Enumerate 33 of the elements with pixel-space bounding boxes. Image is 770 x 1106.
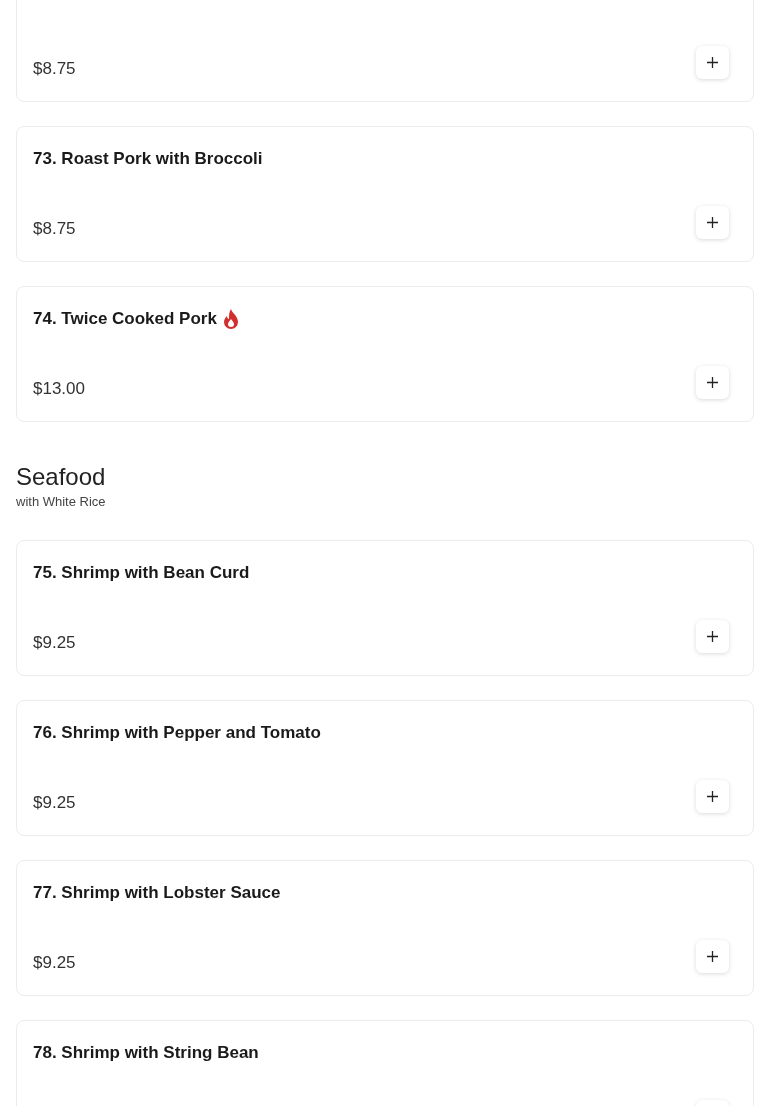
section-title: Seafood (16, 463, 106, 491)
item-name: 78. Shrimp with String Bean (33, 1043, 259, 1063)
plus-icon (707, 377, 718, 388)
menu-item-card[interactable]: 75. Shrimp with Bean Curd $9.25 (16, 540, 754, 676)
plus-icon (707, 791, 718, 802)
add-button[interactable] (696, 780, 729, 813)
item-name: 75. Shrimp with Bean Curd (33, 563, 250, 583)
menu-item-card[interactable]: 76. Shrimp with Pepper and Tomato $9.25 (16, 700, 754, 836)
plus-icon (707, 217, 718, 228)
menu-item-card[interactable]: 74. Twice Cooked Pork $13.00 (16, 286, 754, 422)
item-name: 74. Twice Cooked Pork (33, 309, 239, 329)
add-button[interactable] (696, 940, 729, 973)
plus-icon (707, 951, 718, 962)
add-button[interactable] (696, 206, 729, 239)
menu-item-card[interactable]: 73. Roast Pork with Broccoli $8.75 (16, 126, 754, 262)
plus-icon (707, 631, 718, 642)
item-name: 77. Shrimp with Lobster Sauce (33, 883, 281, 903)
item-price: $9.25 (33, 953, 76, 973)
item-price: $13.00 (33, 379, 85, 399)
add-button[interactable] (696, 620, 729, 653)
add-button[interactable] (696, 46, 729, 79)
item-name: 73. Roast Pork with Broccoli (33, 149, 263, 169)
menu-item-card[interactable]: 78. Shrimp with String Bean (16, 1020, 754, 1106)
menu-item-card[interactable]: $8.75 (16, 0, 754, 102)
item-price: $8.75 (33, 219, 76, 239)
plus-icon (707, 57, 718, 68)
menu-item-card[interactable]: 77. Shrimp with Lobster Sauce $9.25 (16, 860, 754, 996)
item-price: $8.75 (33, 59, 76, 79)
section-subtitle: with White Rice (16, 494, 107, 510)
item-name: 76. Shrimp with Pepper and Tomato (33, 723, 321, 743)
item-price: $9.25 (33, 793, 76, 813)
item-price: $9.25 (33, 633, 76, 653)
add-button[interactable] (696, 366, 729, 399)
